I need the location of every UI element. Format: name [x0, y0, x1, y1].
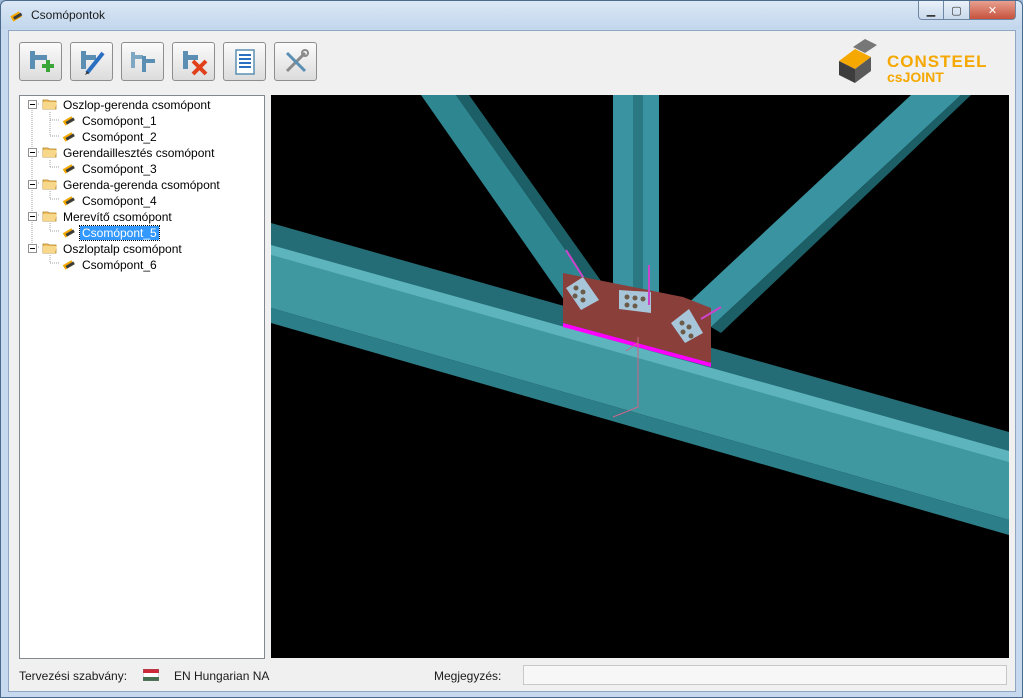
minimize-button[interactable]: ▁ — [918, 1, 944, 20]
report-icon — [234, 48, 255, 75]
tree-item-label: Csomópont_4 — [82, 194, 157, 208]
joint-icon — [61, 225, 80, 242]
status-bar: Tervezési szabvány: EN Hungarian NA Megj… — [9, 661, 1015, 691]
tree-collapse-toggle[interactable] — [28, 148, 37, 157]
tree-group-1[interactable]: Gerendaillesztés csomópont — [42, 145, 216, 161]
tree-group-0[interactable]: Oszlop-gerenda csomópont — [42, 97, 212, 113]
settings-tools-button[interactable] — [274, 42, 317, 81]
tree-group-label: Gerendaillesztés csomópont — [63, 146, 215, 160]
tree-item[interactable]: Csomópont_4 — [61, 193, 159, 209]
joint-icon — [61, 129, 80, 146]
tree-item[interactable]: Csomópont_5 — [61, 225, 160, 242]
close-icon: ✕ — [987, 4, 998, 17]
minimize-icon: ▁ — [926, 4, 936, 17]
report-button[interactable] — [223, 42, 266, 81]
tree-group-label: Gerenda-gerenda csomópont — [63, 178, 220, 192]
tree-collapse-toggle[interactable] — [28, 244, 37, 253]
client-area: CONSTEEL csJOINT Oszlop-gerenda csomópon… — [8, 30, 1016, 692]
edit-node-button[interactable] — [70, 42, 113, 81]
joint-3d-model — [271, 95, 1009, 535]
title-bar[interactable]: Csomópontok ▁ ▢ ✕ — [1, 1, 1022, 29]
maximize-button[interactable]: ▢ — [944, 1, 970, 20]
window-title: Csomópontok — [31, 8, 106, 22]
add-node-icon — [29, 50, 54, 72]
folder-icon — [42, 145, 61, 162]
main-window: Csomópontok ▁ ▢ ✕ CONSTEEL csJOINT Oszlo… — [0, 0, 1023, 698]
tree-item-label: Csomópont_3 — [82, 162, 157, 176]
delete-node-button[interactable] — [172, 42, 215, 81]
app-icon — [10, 11, 23, 22]
tree-group-label: Oszlop-gerenda csomópont — [63, 98, 211, 112]
tree-group-4[interactable]: Oszloptalp csomópont — [42, 241, 184, 257]
3d-viewport[interactable] — [271, 95, 1009, 658]
add-node-button[interactable] — [19, 42, 62, 81]
tree-item-label: Csomópont_6 — [82, 258, 157, 272]
tree-collapse-toggle[interactable] — [28, 180, 37, 189]
folder-icon — [42, 97, 61, 114]
delete-node-icon — [182, 50, 207, 75]
folder-icon — [42, 177, 61, 194]
note-field[interactable] — [523, 665, 1007, 685]
tree-group-2[interactable]: Gerenda-gerenda csomópont — [42, 177, 222, 193]
consteel-csjoint-logo: CONSTEEL csJOINT — [837, 39, 1007, 91]
edit-node-icon — [80, 50, 105, 75]
tree-collapse-toggle[interactable] — [28, 100, 37, 109]
design-standard-value[interactable]: EN Hungarian NA — [174, 669, 269, 683]
tree-group-label: Oszloptalp csomópont — [63, 242, 182, 256]
tree-item[interactable]: Csomópont_3 — [61, 161, 159, 177]
folder-icon — [42, 209, 61, 226]
tree-item[interactable]: Csomópont_2 — [61, 129, 159, 145]
tree-item-label: Csomópont_2 — [82, 130, 157, 144]
tree-item-label: Csomópont_1 — [82, 114, 157, 128]
joint-icon — [61, 161, 80, 178]
tree-item-label: Csomópont_5 — [79, 225, 160, 241]
folder-icon — [42, 241, 61, 258]
copy-node-button[interactable] — [121, 42, 164, 81]
tree-group-label: Merevítő csomópont — [63, 210, 172, 224]
toolbar — [19, 42, 325, 82]
tree-item[interactable]: Csomópont_6 — [61, 257, 159, 273]
node-tree[interactable]: Oszlop-gerenda csomópont Csomópont_1 Csomó… — [19, 95, 265, 659]
joint-icon — [61, 193, 80, 210]
close-button[interactable]: ✕ — [970, 1, 1016, 20]
design-standard-label: Tervezési szabvány: — [19, 669, 128, 683]
tree-group-3[interactable]: Merevítő csomópont — [42, 209, 174, 225]
settings-tools-icon — [285, 48, 309, 72]
note-label: Megjegyzés: — [434, 669, 502, 683]
maximize-icon: ▢ — [951, 4, 962, 17]
tree-collapse-toggle[interactable] — [28, 212, 37, 221]
hungarian-flag-icon — [143, 669, 159, 681]
joint-icon — [61, 257, 80, 274]
tree-item[interactable]: Csomópont_1 — [61, 113, 159, 129]
joint-icon — [61, 113, 80, 130]
copy-node-icon — [130, 51, 155, 72]
logo-text-bottom: csJOINT — [887, 69, 944, 85]
